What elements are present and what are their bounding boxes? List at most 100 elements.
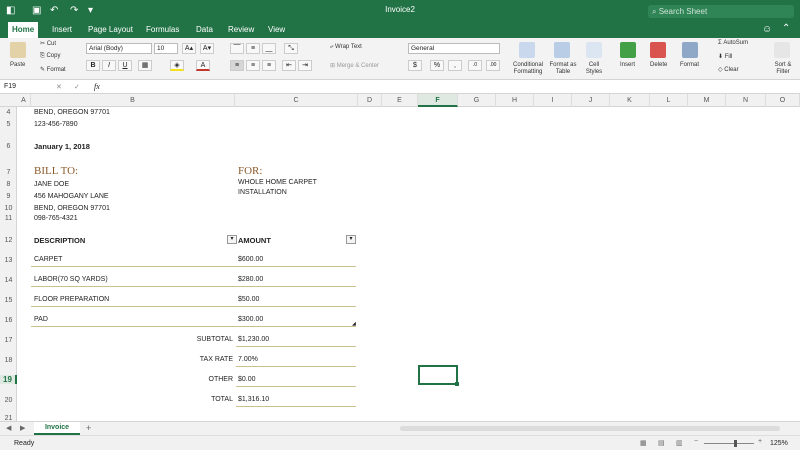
row-header[interactable]: 17: [0, 337, 17, 344]
column-header-active[interactable]: F: [418, 94, 458, 107]
conditional-formatting-button[interactable]: Conditional Formatting: [510, 62, 546, 76]
row-header[interactable]: 9: [0, 193, 17, 200]
zoom-out-icon[interactable]: −: [694, 438, 698, 445]
table-resize-handle[interactable]: ◢: [352, 321, 356, 327]
item-description[interactable]: FLOOR PREPARATION: [34, 296, 109, 303]
column-header[interactable]: D: [358, 94, 382, 107]
align-bottom-icon[interactable]: ⎽: [262, 43, 276, 54]
row-header[interactable]: 20: [0, 397, 17, 404]
row-header[interactable]: 10: [0, 205, 17, 212]
add-sheet-button[interactable]: +: [86, 423, 91, 433]
row-header[interactable]: 12: [0, 237, 17, 244]
item-amount[interactable]: $600.00: [238, 256, 263, 263]
column-header[interactable]: J: [572, 94, 610, 107]
item-description[interactable]: PAD: [34, 316, 48, 323]
cell-for[interactable]: FOR:: [238, 165, 262, 177]
paste-button[interactable]: Paste: [10, 62, 25, 68]
format-painter-button[interactable]: ✎ Format: [40, 66, 66, 73]
item-amount[interactable]: $280.00: [238, 276, 263, 283]
item-amount[interactable]: $50.00: [238, 296, 259, 303]
bold-button[interactable]: B: [86, 60, 100, 71]
percent-icon[interactable]: %: [430, 60, 444, 71]
row-header[interactable]: 15: [0, 297, 17, 304]
table-header-description[interactable]: DESCRIPTION: [34, 236, 85, 245]
number-format-select[interactable]: General: [408, 43, 500, 54]
table-header-amount[interactable]: AMOUNT: [238, 236, 271, 245]
column-header[interactable]: G: [458, 94, 496, 107]
tab-home[interactable]: Home: [8, 22, 39, 38]
format-table-icon[interactable]: [554, 42, 570, 58]
column-header[interactable]: M: [688, 94, 726, 107]
cut-button[interactable]: ✂ Cut: [40, 40, 56, 47]
filter-dropdown-icon[interactable]: ▾: [227, 235, 237, 244]
column-header[interactable]: H: [496, 94, 534, 107]
cancel-icon[interactable]: ✕: [56, 83, 62, 91]
next-sheet-icon[interactable]: ▶: [20, 424, 25, 432]
row-header[interactable]: 7: [0, 169, 17, 176]
tab-view[interactable]: View: [268, 25, 285, 34]
column-header[interactable]: O: [766, 94, 800, 107]
selected-cell-f19[interactable]: [418, 365, 458, 385]
search-input[interactable]: ⌕ Search Sheet: [648, 5, 794, 18]
fill-color-icon[interactable]: ◈: [170, 60, 184, 71]
total-label[interactable]: TOTAL: [167, 396, 233, 403]
row-header[interactable]: 11: [0, 215, 17, 222]
decrease-indent-icon[interactable]: ⇤: [282, 60, 296, 71]
tab-page-layout[interactable]: Page Layout: [88, 25, 133, 34]
tab-review[interactable]: Review: [228, 25, 254, 34]
conditional-formatting-icon[interactable]: [519, 42, 535, 58]
cell-phone[interactable]: 123-456-7890: [34, 121, 78, 128]
subtotal-label[interactable]: SUBTOTAL: [167, 336, 233, 343]
fill-button[interactable]: ⬇ Fill: [718, 53, 732, 60]
cell-customer-address[interactable]: 456 MAHOGANY LANE: [34, 193, 109, 200]
borders-icon[interactable]: ▦: [138, 60, 152, 71]
font-size-select[interactable]: 10: [154, 43, 178, 54]
font-color-icon[interactable]: A: [196, 60, 210, 71]
item-amount[interactable]: $300.00: [238, 316, 263, 323]
autosum-button[interactable]: Σ AutoSum: [718, 40, 748, 46]
copy-button[interactable]: ⎘ Copy: [40, 53, 60, 60]
prev-sheet-icon[interactable]: ◀: [6, 424, 11, 432]
column-header[interactable]: C: [235, 94, 358, 107]
cell-customer-city[interactable]: BEND, OREGON 97701: [34, 205, 110, 212]
wrap-text-button[interactable]: ⤶ Wrap Text: [330, 44, 362, 51]
increase-indent-icon[interactable]: ⇥: [298, 60, 312, 71]
clear-button[interactable]: ◇ Clear: [718, 66, 739, 73]
tax-rate-label[interactable]: TAX RATE: [167, 356, 233, 363]
column-header[interactable]: I: [534, 94, 572, 107]
align-top-icon[interactable]: ⎺: [230, 43, 244, 54]
other-label[interactable]: OTHER: [167, 376, 234, 383]
insert-cells-icon[interactable]: [620, 42, 636, 58]
sort-filter-button[interactable]: Sort & Filter: [770, 62, 796, 76]
increase-decimal-icon[interactable]: .0: [468, 60, 482, 71]
zoom-slider-thumb[interactable]: [734, 440, 737, 447]
worksheet-grid[interactable]: BEND, OREGON 97701 123-456-7890 January …: [17, 107, 800, 421]
column-header[interactable]: E: [382, 94, 418, 107]
zoom-in-icon[interactable]: +: [758, 438, 762, 445]
tab-insert[interactable]: Insert: [52, 25, 72, 34]
shrink-font-button[interactable]: A▾: [200, 43, 214, 54]
row-header[interactable]: 4: [0, 109, 17, 116]
confirm-icon[interactable]: ✓: [74, 83, 80, 91]
delete-cells-icon[interactable]: [650, 42, 666, 58]
grow-font-button[interactable]: A▴: [182, 43, 196, 54]
row-header-active[interactable]: 19: [0, 375, 17, 384]
align-center-icon[interactable]: ≡: [246, 60, 260, 71]
cell-styles-button[interactable]: Cell Styles: [582, 62, 606, 76]
horizontal-scrollbar[interactable]: [400, 426, 780, 431]
tab-data[interactable]: Data: [196, 25, 213, 34]
sheet-tab-invoice[interactable]: Invoice: [34, 422, 80, 435]
cell-customer-phone[interactable]: 098-765-4321: [34, 215, 78, 222]
underline-button[interactable]: U: [118, 60, 132, 71]
format-as-table-button[interactable]: Format as Table: [548, 62, 578, 76]
collapse-icon[interactable]: ⌃: [782, 23, 790, 34]
name-box[interactable]: F19: [4, 83, 16, 90]
align-middle-icon[interactable]: ≡: [246, 43, 260, 54]
orientation-icon[interactable]: ⤡: [284, 43, 298, 54]
row-header[interactable]: 8: [0, 181, 17, 188]
format-cells-icon[interactable]: [682, 42, 698, 58]
paste-icon[interactable]: [10, 42, 26, 58]
cell-date[interactable]: January 1, 2018: [34, 142, 90, 151]
align-left-icon[interactable]: ≡: [230, 60, 244, 71]
cell-for-desc-2[interactable]: INSTALLATION: [238, 189, 287, 196]
